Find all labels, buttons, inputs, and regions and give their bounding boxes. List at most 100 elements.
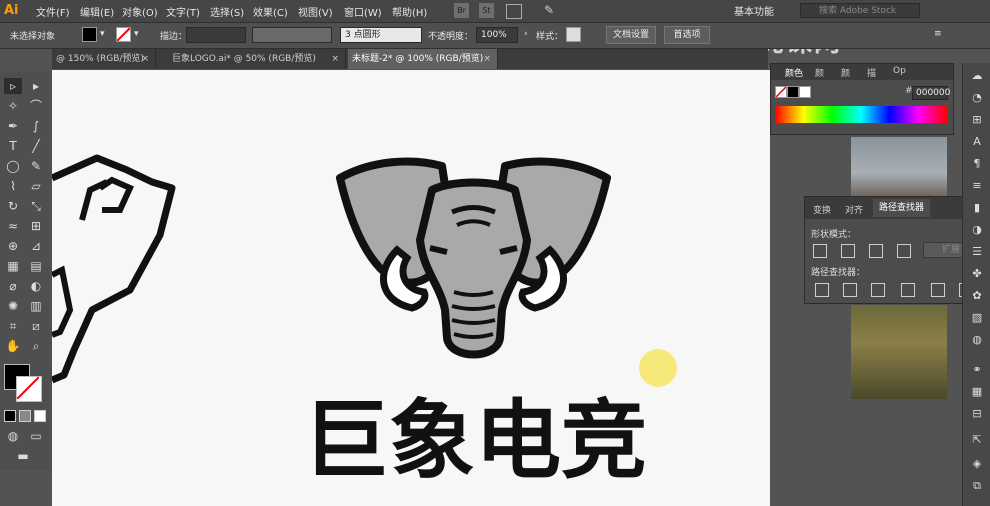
- tab-doc-3[interactable]: 未标题-2* @ 100% (RGB/预览) ×: [348, 49, 498, 69]
- direct-selection-tool-icon[interactable]: ▸: [27, 78, 45, 94]
- paragraph-icon[interactable]: ¶: [969, 157, 985, 171]
- tab-swatches[interactable]: 颜: [841, 66, 850, 79]
- tab-stroke[interactable]: 描: [867, 66, 876, 79]
- ellipse-tool-icon[interactable]: ◯: [4, 158, 22, 174]
- hand-tool-icon[interactable]: ✋: [4, 338, 22, 354]
- outline-icon[interactable]: [931, 283, 945, 297]
- selection-tool-icon[interactable]: ▹: [4, 78, 22, 94]
- bridge-icon[interactable]: Br: [454, 3, 469, 18]
- tab-align[interactable]: 对齐: [845, 203, 863, 216]
- variable-width-profile[interactable]: [252, 27, 332, 43]
- fill-swatch[interactable]: [82, 27, 97, 42]
- graphic-styles-icon[interactable]: ▧: [969, 311, 985, 325]
- arrange-documents-icon[interactable]: [506, 4, 522, 19]
- artboard-tool-icon[interactable]: ⌗: [4, 318, 22, 334]
- tab-doc-2[interactable]: 巨象LOGO.ai* @ 50% (RGB/预览) ×: [168, 49, 346, 69]
- fill-dropdown-icon[interactable]: ▾: [100, 29, 105, 39]
- trim-icon[interactable]: [843, 283, 857, 297]
- merge-icon[interactable]: [871, 283, 885, 297]
- close-icon[interactable]: ×: [141, 49, 149, 69]
- free-transform-tool-icon[interactable]: ⊞: [27, 218, 45, 234]
- artboards-icon[interactable]: ▦: [969, 385, 985, 399]
- menu-effect[interactable]: 效果(C): [253, 4, 288, 19]
- tab-color-guide[interactable]: 颜: [815, 66, 824, 79]
- none-mode-icon[interactable]: [34, 410, 46, 422]
- tab-color[interactable]: 颜色: [785, 66, 803, 79]
- style-swatch[interactable]: [566, 27, 581, 42]
- symbols-icon[interactable]: ✿: [969, 289, 985, 303]
- magic-wand-tool-icon[interactable]: ✧: [4, 98, 22, 114]
- asset-export-icon[interactable]: ⧉: [969, 479, 985, 493]
- exclude-icon[interactable]: [897, 244, 911, 258]
- preferences-button[interactable]: 首选项: [664, 26, 710, 44]
- export-icon[interactable]: ⇱: [969, 433, 985, 447]
- stroke-color-icon[interactable]: [16, 376, 42, 402]
- unite-icon[interactable]: [813, 244, 827, 258]
- tab-doc-1[interactable]: @ 150% (RGB/预览) ×: [52, 49, 156, 69]
- hex-field[interactable]: 000000: [912, 86, 950, 100]
- close-icon[interactable]: ×: [483, 49, 491, 69]
- gradient-tool-icon[interactable]: ▤: [27, 258, 45, 274]
- opacity-field[interactable]: 100%: [476, 27, 518, 43]
- character-icon[interactable]: A: [969, 135, 985, 149]
- artboard-canvas[interactable]: 巨象电竞: [52, 70, 770, 506]
- menu-window[interactable]: 窗口(W): [344, 4, 382, 19]
- color-mode-icon[interactable]: [4, 410, 16, 422]
- menu-select[interactable]: 选择(S): [210, 4, 244, 19]
- shape-builder-tool-icon[interactable]: ⊕: [4, 238, 22, 254]
- tab-pathfinder[interactable]: 路径查找器: [873, 199, 931, 217]
- rotate-tool-icon[interactable]: ↻: [4, 198, 22, 214]
- cc-libraries-icon[interactable]: ☁: [969, 69, 985, 83]
- white-swatch[interactable]: [799, 86, 811, 98]
- column-graph-tool-icon[interactable]: ▥: [27, 298, 45, 314]
- paintbrush-tool-icon[interactable]: ✎: [27, 158, 45, 174]
- appearance-icon[interactable]: ☰: [969, 245, 985, 259]
- eraser-tool-icon[interactable]: ▱: [27, 178, 45, 194]
- opacity-arrow-icon[interactable]: ›: [524, 29, 528, 39]
- close-icon[interactable]: ×: [331, 49, 339, 69]
- stroke-icon[interactable]: ≡: [969, 179, 985, 193]
- layers-icon[interactable]: ◍: [969, 333, 985, 347]
- symbol-sprayer-tool-icon[interactable]: ✺: [4, 298, 22, 314]
- menu-edit[interactable]: 编辑(E): [80, 4, 114, 19]
- edit-toolbar-icon[interactable]: ▬: [14, 448, 32, 464]
- type-tool-icon[interactable]: T: [4, 138, 22, 154]
- pen-tool-icon[interactable]: ✒: [4, 118, 22, 134]
- layers-stack-icon[interactable]: ◈: [969, 457, 985, 471]
- menu-type[interactable]: 文字(T): [166, 4, 200, 19]
- intersect-icon[interactable]: [869, 244, 883, 258]
- transparency-icon[interactable]: ◑: [969, 223, 985, 237]
- lasso-tool-icon[interactable]: ⌒: [27, 98, 45, 114]
- gpu-performance-icon[interactable]: ✎: [544, 3, 558, 17]
- panel-menu-icon[interactable]: ≡: [934, 29, 942, 39]
- tab-transform[interactable]: 变换: [813, 203, 831, 216]
- stroke-dropdown-icon[interactable]: ▾: [134, 29, 139, 39]
- line-tool-icon[interactable]: ╱: [27, 138, 45, 154]
- links-icon[interactable]: ⚭: [969, 363, 985, 377]
- menu-file[interactable]: 文件(F): [36, 4, 70, 19]
- blend-tool-icon[interactable]: ◐: [27, 278, 45, 294]
- gradient-icon[interactable]: ▮: [969, 201, 985, 215]
- gradient-mode-icon[interactable]: [19, 410, 31, 422]
- screen-mode-icon[interactable]: ▭: [27, 428, 45, 444]
- warp-tool-icon[interactable]: ≈: [4, 218, 22, 234]
- shaper-tool-icon[interactable]: ⌇: [4, 178, 22, 194]
- perspective-grid-tool-icon[interactable]: ⊿: [27, 238, 45, 254]
- workspace-switcher[interactable]: 基本功能: [734, 3, 774, 18]
- eyedropper-tool-icon[interactable]: ⌀: [4, 278, 22, 294]
- brushes-icon[interactable]: ✤: [969, 267, 985, 281]
- brush-definition[interactable]: 3 点圆形: [340, 27, 422, 43]
- tab-opacity[interactable]: Op: [893, 66, 906, 76]
- document-setup-button[interactable]: 文档设置: [606, 26, 656, 44]
- zoom-tool-icon[interactable]: ⌕: [27, 338, 45, 354]
- swatches-icon[interactable]: ⊞: [969, 113, 985, 127]
- scale-tool-icon[interactable]: ⤡: [27, 198, 45, 214]
- slice-tool-icon[interactable]: ⧄: [27, 318, 45, 334]
- mesh-tool-icon[interactable]: ▦: [4, 258, 22, 274]
- minus-front-icon[interactable]: [841, 244, 855, 258]
- color-spectrum[interactable]: [775, 106, 947, 123]
- align-icon[interactable]: ⊟: [969, 407, 985, 421]
- color-icon[interactable]: ◔: [969, 91, 985, 105]
- none-swatch[interactable]: [775, 86, 787, 98]
- crop-icon[interactable]: [901, 283, 915, 297]
